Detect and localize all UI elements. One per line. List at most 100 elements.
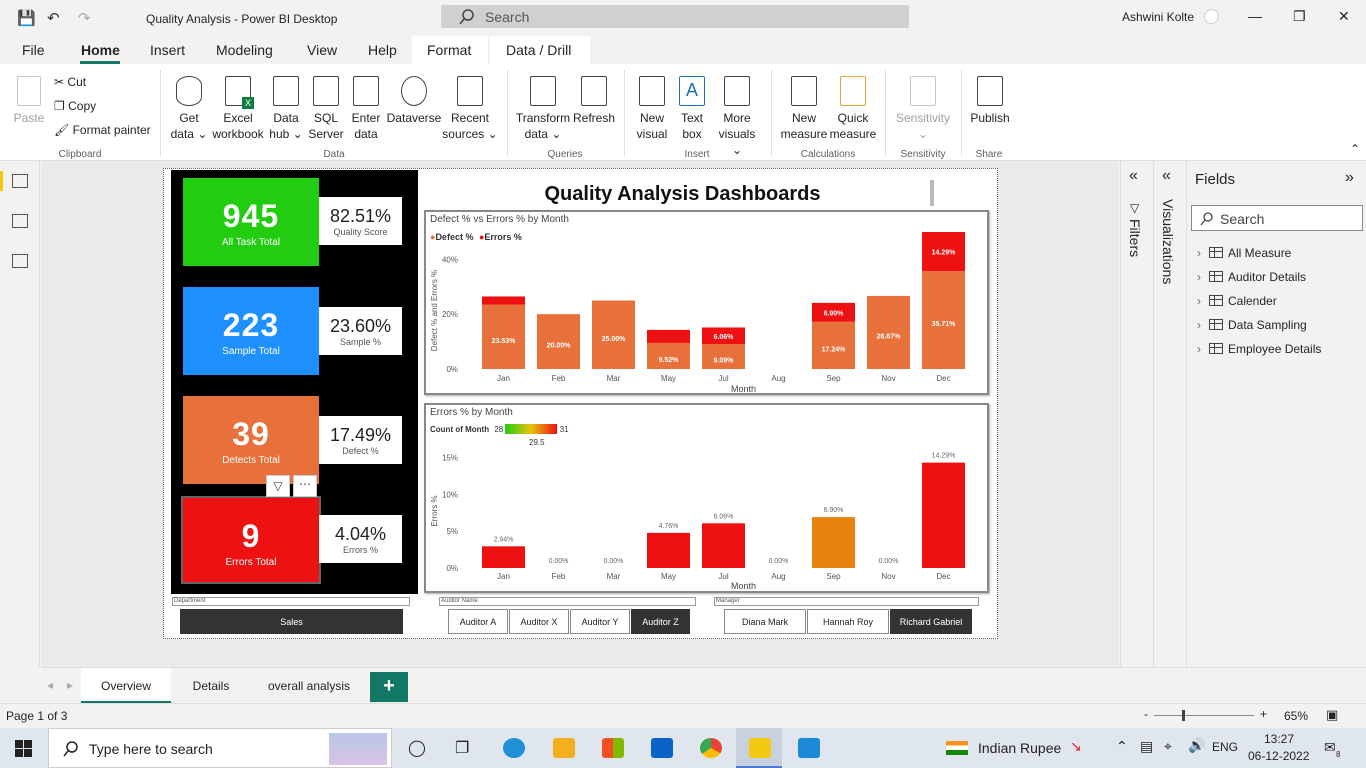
network-icon[interactable]: ▤ — [1140, 738, 1153, 755]
more-visuals-button[interactable]: More visuals ⌄ — [712, 76, 762, 158]
sensitivity-button[interactable]: Sensitivity ⌄ — [893, 76, 953, 142]
vscode-icon[interactable] — [798, 738, 820, 758]
tab-data-drill[interactable]: Data / Drill — [506, 42, 571, 58]
clock-time[interactable]: 13:27 — [1264, 732, 1294, 746]
slicer-option-diana-mark[interactable]: Diana Mark — [724, 609, 806, 634]
undo-icon[interactable]: ↶ — [47, 9, 60, 27]
refresh-button[interactable]: Refresh — [572, 76, 616, 126]
zoom-slider[interactable] — [1154, 715, 1254, 716]
zoom-in-icon[interactable]: + — [1260, 707, 1267, 721]
close-icon[interactable]: ✕ — [1338, 8, 1350, 25]
slicer-option-auditor-a[interactable]: Auditor A — [448, 609, 508, 634]
minimize-icon[interactable]: — — [1248, 8, 1262, 24]
kpi-pct-card[interactable]: 82.51% Quality Score — [319, 197, 402, 245]
slicer-option-auditor-y[interactable]: Auditor Y — [570, 609, 630, 634]
restore-icon[interactable]: ❐ — [1293, 8, 1306, 25]
collapse-fields-icon[interactable]: » — [1345, 169, 1354, 187]
data-hub-button[interactable]: Data hub ⌄ — [266, 76, 306, 142]
chrome-icon[interactable] — [700, 738, 722, 758]
mail-icon[interactable] — [651, 738, 673, 758]
auditor-slicer-header[interactable]: Auditor Name — [439, 597, 696, 606]
currency-ticker[interactable]: Indian Rupee — [978, 740, 1061, 756]
field-table-calender[interactable]: › Calender — [1197, 294, 1277, 308]
format-painter-button[interactable]: 🖌 Format painter — [54, 123, 151, 137]
slicer-option-richard-gabriel[interactable]: Richard Gabriel — [890, 609, 972, 634]
sql-server-button[interactable]: SQL Server — [306, 76, 346, 142]
page-tab-overall-analysis[interactable]: overall analysis — [251, 668, 367, 704]
slicer-option-hannah-roy[interactable]: Hannah Roy — [807, 609, 889, 634]
chevron-up-icon[interactable]: ⌃ — [1116, 738, 1128, 755]
fit-to-page-icon[interactable]: ▣ — [1326, 707, 1338, 723]
filter-icon[interactable]: ▽ — [266, 475, 290, 497]
field-table-all-measure[interactable]: › All Measure — [1197, 246, 1291, 260]
language-indicator[interactable]: ENG — [1212, 740, 1238, 754]
zoom-out-icon[interactable]: - — [1144, 707, 1148, 721]
cortana-icon[interactable]: ◯ — [408, 738, 426, 758]
kpi-pct-card[interactable]: 4.04% Errors % — [319, 515, 402, 563]
fields-search-input[interactable]: Search — [1191, 205, 1363, 231]
data-view-icon[interactable] — [12, 214, 28, 228]
scroll-right-icon[interactable]: ▸ — [67, 678, 73, 692]
expand-visualizations-icon[interactable]: « — [1162, 167, 1171, 185]
field-table-data-sampling[interactable]: › Data Sampling — [1197, 318, 1307, 332]
notifications-icon[interactable]: ✉ — [1324, 739, 1336, 756]
tab-view[interactable]: View — [307, 42, 337, 58]
tab-help[interactable]: Help — [368, 42, 397, 58]
windows-start-icon[interactable] — [15, 740, 32, 757]
manager-slicer-header[interactable]: Manager — [714, 597, 979, 606]
search-bar[interactable]: Search — [441, 5, 909, 28]
kpi-card-all-task[interactable]: 945 All Task Total — [183, 178, 319, 266]
kpi-card-errors[interactable]: 9 Errors Total — [181, 496, 321, 584]
file-explorer-icon[interactable] — [553, 738, 575, 758]
field-table-employee-details[interactable]: › Employee Details — [1197, 342, 1321, 356]
page-tab-details[interactable]: Details — [172, 668, 250, 704]
tab-modeling[interactable]: Modeling — [216, 42, 273, 58]
zoom-level[interactable]: 65% — [1284, 709, 1308, 723]
recent-sources-button[interactable]: Recent sources ⌄ — [442, 76, 498, 142]
new-visual-button[interactable]: New visual — [632, 76, 672, 142]
add-page-button[interactable]: + — [370, 672, 408, 702]
slicer-option-auditor-z[interactable]: Auditor Z — [631, 609, 690, 634]
tab-format[interactable]: Format — [427, 42, 471, 58]
get-data-button[interactable]: Get data ⌄ — [168, 76, 210, 142]
tab-home[interactable]: Home — [81, 42, 120, 58]
filters-pane[interactable]: « ▽ Filters — [1120, 161, 1152, 667]
tab-insert[interactable]: Insert — [150, 42, 185, 58]
task-view-icon[interactable]: ❐ — [455, 738, 469, 758]
enter-data-button[interactable]: Enter data — [346, 76, 386, 142]
quick-measure-button[interactable]: Quick measure — [829, 76, 877, 142]
errors-by-month-chart[interactable]: Errors % by Month Count of Month 28 31 2… — [424, 403, 989, 593]
model-view-icon[interactable] — [12, 254, 28, 268]
report-view-icon[interactable] — [12, 174, 28, 188]
clock-date[interactable]: 06-12-2022 — [1248, 749, 1309, 763]
field-table-auditor-details[interactable]: › Auditor Details — [1197, 270, 1306, 284]
more-options-icon[interactable]: ⋯ — [293, 475, 317, 497]
kpi-card-sample[interactable]: 223 Sample Total — [183, 287, 319, 375]
department-slicer-header[interactable]: Department — [172, 597, 410, 606]
excel-workbook-button[interactable]: X Excel workbook — [210, 76, 266, 142]
edge-icon[interactable] — [503, 738, 525, 758]
slicer-option-sales[interactable]: Sales — [180, 609, 403, 634]
avatar[interactable] — [1204, 9, 1219, 24]
transform-data-button[interactable]: Transform data ⌄ — [514, 76, 572, 142]
defect-errors-chart[interactable]: Defect % vs Errors % by Month ●Defect % … — [424, 210, 989, 395]
slicer-option-auditor-x[interactable]: Auditor X — [509, 609, 569, 634]
scroll-left-icon[interactable]: ◂ — [47, 678, 53, 692]
new-measure-button[interactable]: New measure — [779, 76, 829, 142]
publish-button[interactable]: Publish — [966, 76, 1014, 126]
expand-filters-icon[interactable]: « — [1129, 167, 1138, 185]
volume-icon[interactable]: 🔊 — [1188, 737, 1205, 754]
paste-button[interactable]: Paste — [12, 76, 46, 126]
kpi-pct-card[interactable]: 17.49% Defect % — [319, 416, 402, 464]
visualizations-pane[interactable]: « Visualizations — [1153, 161, 1185, 667]
kpi-pct-card[interactable]: 23.60% Sample % — [319, 307, 402, 355]
zoom-slider-thumb[interactable] — [1182, 710, 1185, 721]
copy-button[interactable]: ❐ Copy — [54, 99, 96, 113]
kpi-card-detects[interactable]: 39 Detects Total — [183, 396, 319, 484]
tab-file[interactable]: File — [22, 42, 45, 58]
store-icon[interactable] — [602, 738, 624, 758]
taskbar-search[interactable]: Type here to search — [48, 728, 392, 768]
page-tab-overview[interactable]: Overview — [81, 668, 171, 704]
dataverse-button[interactable]: Dataverse — [386, 76, 442, 126]
user-name[interactable]: Ashwini Kolte — [1122, 10, 1194, 24]
